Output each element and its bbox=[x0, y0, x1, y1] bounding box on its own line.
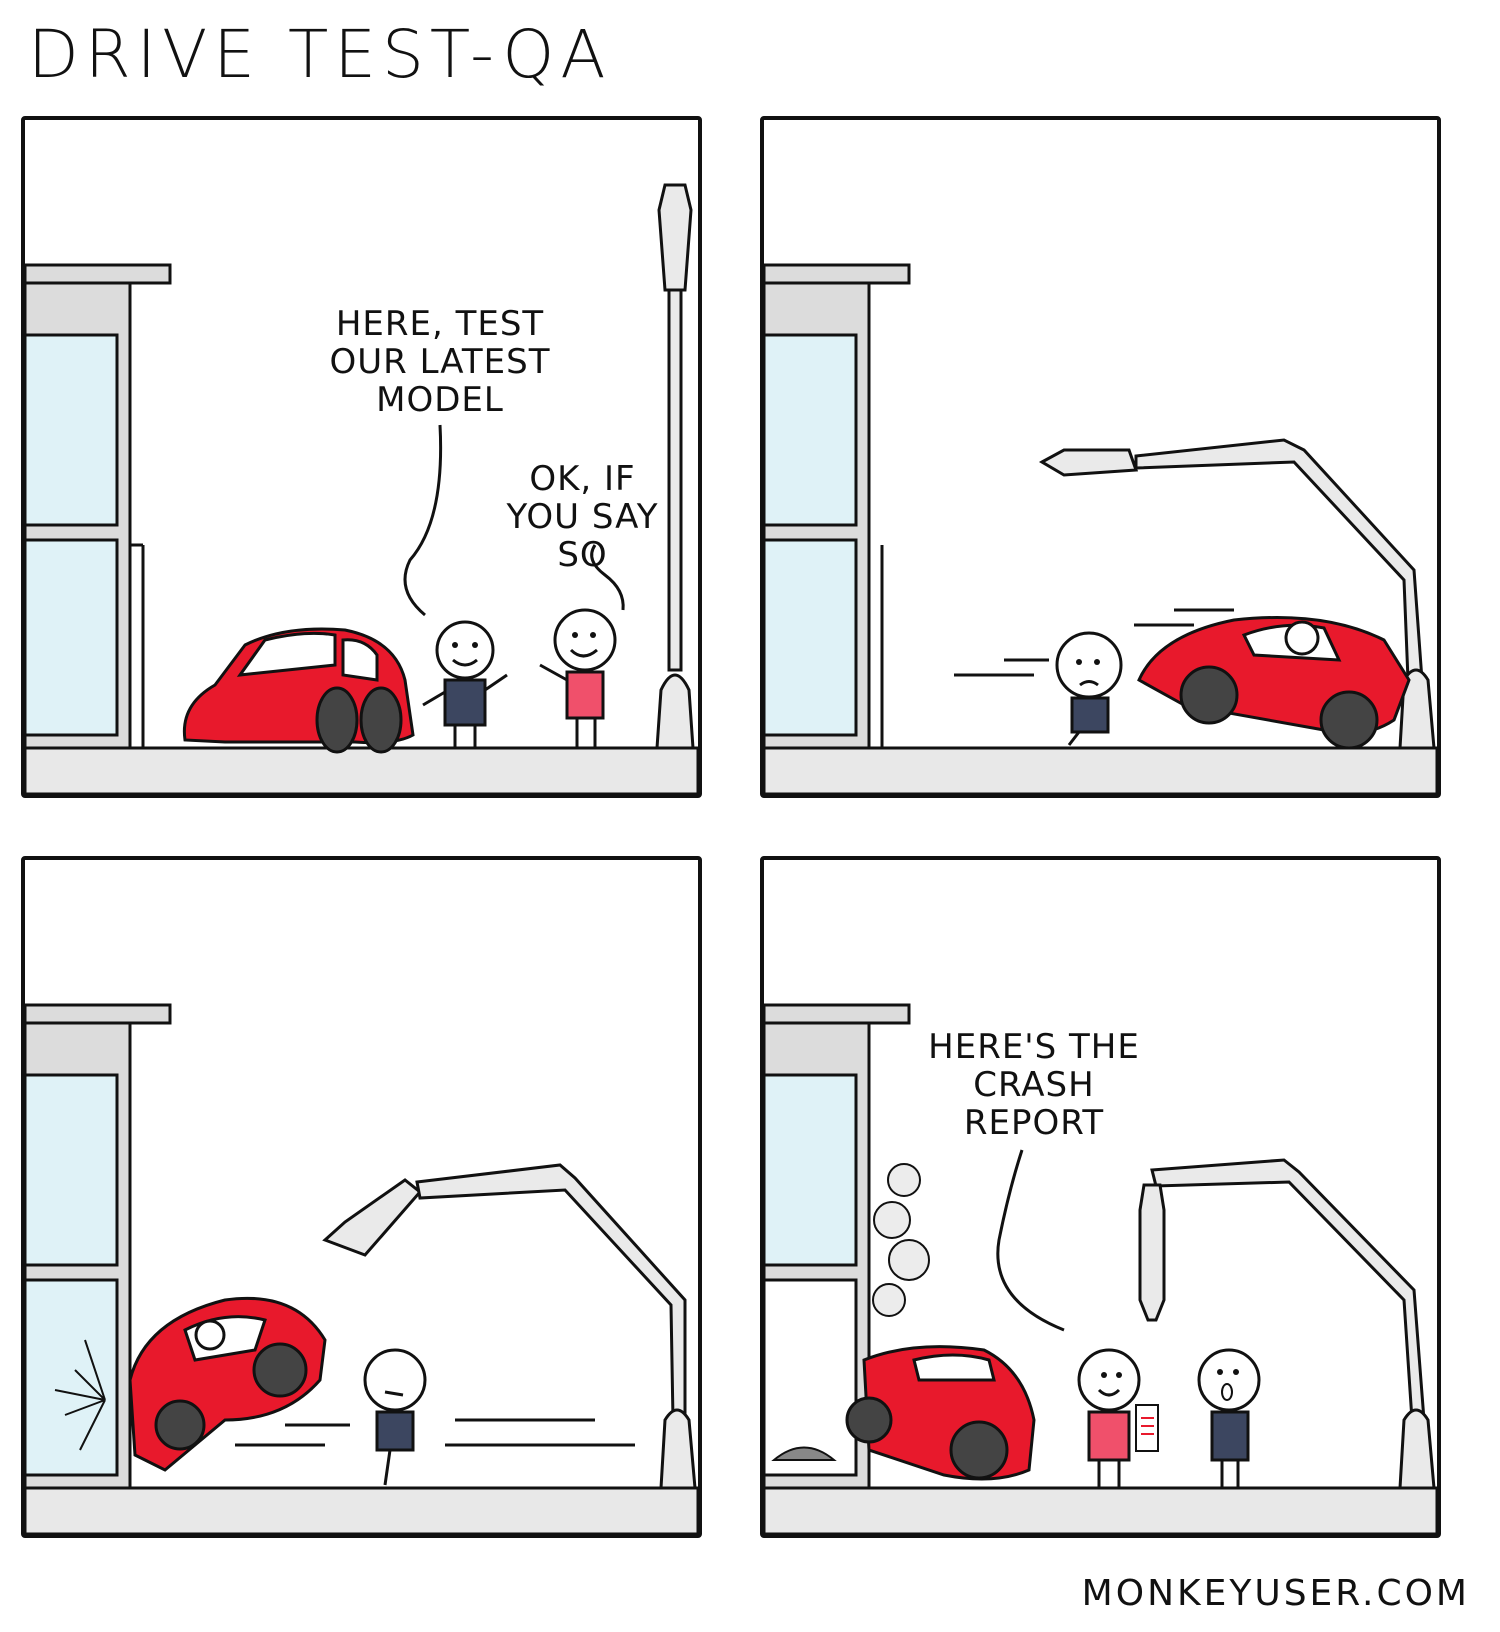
red-car-crashing bbox=[1137, 616, 1411, 750]
panel-4-scene bbox=[764, 1003, 1437, 1534]
panel-3 bbox=[21, 856, 702, 1538]
panel-2 bbox=[760, 116, 1441, 798]
speech-bubble-dealer: HERE, TEST OUR LATEST MODEL bbox=[329, 304, 551, 420]
panel-2-scene bbox=[764, 263, 1437, 794]
person-fleeing bbox=[363, 1348, 427, 1486]
person-dealer bbox=[422, 620, 508, 748]
person-running bbox=[1055, 631, 1123, 746]
red-car bbox=[182, 627, 415, 754]
panel-4: HERE'S THE CRASH REPORT bbox=[760, 856, 1441, 1538]
speech-bubble-tester: OK, IF YOU SAY SO bbox=[506, 459, 659, 575]
panel-1-scene bbox=[25, 183, 698, 794]
speech-bubble-crash-report: HERE'S THE CRASH REPORT bbox=[928, 1027, 1140, 1143]
red-car-wrecked bbox=[845, 1345, 1036, 1481]
site-credit: MONKEYUSER.COM bbox=[1081, 1573, 1470, 1614]
panel-3-scene bbox=[25, 1003, 698, 1534]
bent-street-lamp bbox=[1138, 1158, 1436, 1490]
person-tester bbox=[539, 608, 617, 748]
building bbox=[764, 263, 911, 750]
person-dealer-shocked bbox=[1197, 1348, 1261, 1488]
person-tester-report bbox=[1077, 1348, 1159, 1488]
building bbox=[25, 263, 172, 750]
smoke bbox=[872, 1163, 930, 1317]
comic-title: DRIVE TEST-QA bbox=[28, 16, 612, 93]
panel-1: HERE, TEST OUR LATEST MODEL OK, IF YOU S… bbox=[21, 116, 702, 798]
